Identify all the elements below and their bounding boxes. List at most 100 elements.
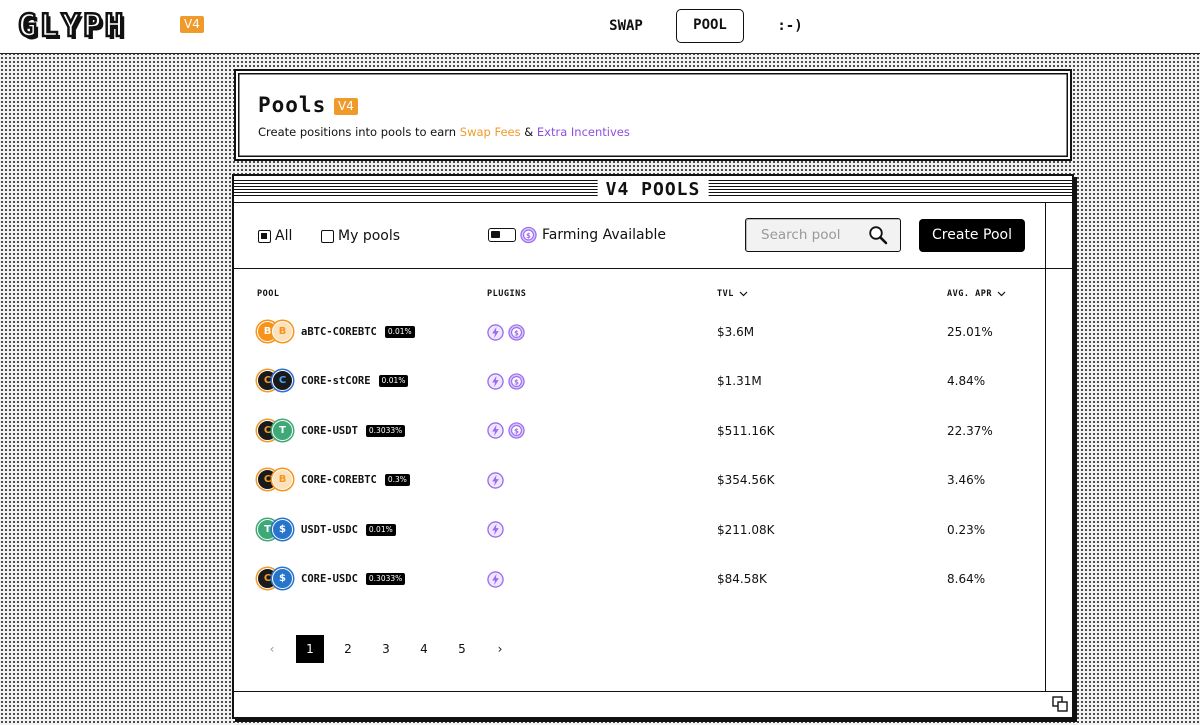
farming-icon[interactable]: $ [508, 373, 525, 390]
pagination-prev-button[interactable]: ‹ [258, 635, 286, 663]
token-pair-icons: BB [257, 321, 297, 343]
footer-divider [234, 691, 1074, 692]
svg-text:$: $ [514, 377, 519, 386]
lightning-icon[interactable] [487, 570, 504, 588]
pool-row[interactable]: B B aBTC-COREBTC 0.01% $ $3.6M 25.01% [234, 312, 1044, 352]
fee-tier-badge: 0.3033% [365, 424, 406, 437]
usdc-token-icon: $ [272, 568, 293, 589]
nav-more[interactable]: :-) [770, 9, 810, 43]
fee-tier-badge: 0.01% [384, 326, 415, 338]
fee-tier-badge: 0.01% [378, 375, 409, 388]
pagination-page-2[interactable]: 2 [334, 635, 362, 663]
pool-row[interactable]: C C CORE-stCORE 0.01% $ $1.31M 4.84% [234, 361, 1044, 401]
pool-cell: C B CORE-COREBTC 0.3% [257, 460, 410, 500]
pool-row[interactable]: C T CORE-USDT 0.3033% $ $511.16K 22.37% [234, 411, 1044, 451]
fee-tier-badge: 0.3033% [365, 573, 406, 585]
usdt-token-icon: T [272, 419, 293, 441]
apr-value: 25.01% [947, 325, 993, 339]
page-title: Pools [258, 93, 327, 117]
column-apr-label: AVG. APR [947, 289, 992, 299]
pool-pair-name: CORE-stCORE [301, 375, 371, 388]
create-pool-button[interactable]: Create Pool [919, 219, 1025, 252]
column-header-pool: POOL [257, 289, 279, 299]
apr-value: 22.37% [947, 423, 993, 438]
svg-text:$: $ [514, 427, 519, 436]
page-subtitle: Create positions into pools to earn Swap… [258, 125, 630, 139]
column-tvl-label: TVL [717, 289, 734, 299]
chevron-down-icon [739, 291, 748, 297]
filter-all-checkbox[interactable] [258, 229, 271, 243]
pool-pair-name: CORE-COREBTC [301, 474, 377, 487]
filter-my-pools-checkbox[interactable] [321, 229, 334, 243]
svg-text:$: $ [526, 230, 531, 239]
tvl-value: $511.16K [717, 423, 775, 438]
nav-pool[interactable]: POOL [676, 9, 744, 43]
farming-icon[interactable]: $ [508, 422, 525, 439]
farming-filter: $ Farming Available [488, 226, 666, 243]
tvl-value: $1.31M [717, 374, 762, 389]
column-plugins-label: PLUGINS [487, 289, 527, 299]
pagination-page-5[interactable]: 5 [448, 635, 476, 663]
pagination-page-4[interactable]: 4 [410, 635, 438, 663]
pagination-page-1[interactable]: 1 [296, 635, 324, 663]
plugins-cell: $ [487, 312, 529, 352]
panel-header: V4 POOLS [234, 176, 1072, 203]
apr-value: 4.84% [947, 374, 986, 389]
corebtc-token-icon: B [272, 469, 293, 491]
farming-toggle[interactable] [488, 227, 516, 242]
panel-scrollbar-rail[interactable] [1045, 203, 1046, 691]
subtitle-text: Create positions into pools to earn [258, 125, 460, 139]
pool-cell: T $ USDT-USDC 0.01% [257, 510, 396, 550]
corebtc-token-icon: B [272, 321, 293, 342]
tvl-value: $211.08K [717, 522, 775, 537]
swap-fees-link[interactable]: Swap Fees [460, 125, 521, 139]
pagination-next-button[interactable]: › [486, 635, 514, 663]
svg-text:$: $ [514, 328, 519, 337]
pool-cell: C $ CORE-USDC 0.3033% [257, 559, 406, 599]
pool-pair-name: CORE-USDT [301, 424, 358, 437]
nav-swap[interactable]: SWAP [596, 9, 656, 43]
filter-all[interactable]: All [258, 228, 292, 244]
pagination: ‹ 1 2 3 4 5 › [258, 635, 524, 663]
farming-icon[interactable]: $ [508, 323, 525, 341]
plugins-cell [487, 559, 508, 599]
search-box[interactable] [745, 218, 901, 252]
pools-title-card: Pools V4 Create positions into pools to … [234, 69, 1072, 161]
top-nav-bar: GLYPH V4 SWAP POOL :-) [0, 0, 1200, 54]
pool-row[interactable]: C $ CORE-USDC 0.3033% $84.58K 8.64% [234, 559, 1044, 599]
token-pair-icons: T $ [257, 518, 297, 541]
token-pair-icons: C $ [257, 568, 297, 590]
extra-incentives-link[interactable]: Extra Incentives [537, 125, 630, 139]
column-header-plugins: PLUGINS [487, 289, 526, 299]
usdc-token-icon: $ [272, 518, 293, 540]
pool-pair-name: CORE-USDC [301, 573, 358, 585]
lightning-icon[interactable] [487, 521, 504, 538]
token-pair-icons: CC [257, 370, 297, 392]
column-header-apr[interactable]: AVG. APR [947, 289, 1006, 299]
lightning-icon[interactable] [487, 323, 504, 341]
pool-cell: C C CORE-stCORE 0.01% [257, 361, 409, 401]
farming-label: Farming Available [542, 226, 666, 243]
pool-cell: B B aBTC-COREBTC 0.01% [257, 312, 415, 352]
lightning-icon[interactable] [487, 471, 504, 489]
search-icon[interactable] [868, 225, 888, 245]
token-pair-icons: CT [257, 419, 297, 442]
search-input[interactable] [746, 219, 856, 250]
filter-my-pools[interactable]: My pools [321, 228, 400, 244]
apr-value: 0.23% [947, 522, 986, 537]
column-header-tvl[interactable]: TVL [717, 289, 748, 299]
subtitle-amp: & [520, 125, 537, 139]
pagination-page-3[interactable]: 3 [372, 635, 400, 663]
tvl-value: $84.58K [717, 572, 767, 586]
main-nav: SWAP POOL :-) [0, 9, 1200, 43]
pool-row[interactable]: C B CORE-COREBTC 0.3% $354.56K 3.46% [234, 460, 1044, 500]
tvl-value: $3.6M [717, 325, 755, 339]
filter-all-label: All [275, 228, 293, 244]
expand-window-icon[interactable] [1052, 696, 1068, 712]
pool-row[interactable]: T $ USDT-USDC 0.01% $211.08K 0.23% [234, 510, 1044, 550]
stcore-token-icon: C [272, 370, 293, 392]
lightning-icon[interactable] [487, 422, 504, 440]
lightning-icon[interactable] [487, 373, 504, 390]
fee-tier-badge: 0.3% [384, 474, 410, 487]
pool-pair-name: aBTC-COREBTC [301, 326, 377, 338]
